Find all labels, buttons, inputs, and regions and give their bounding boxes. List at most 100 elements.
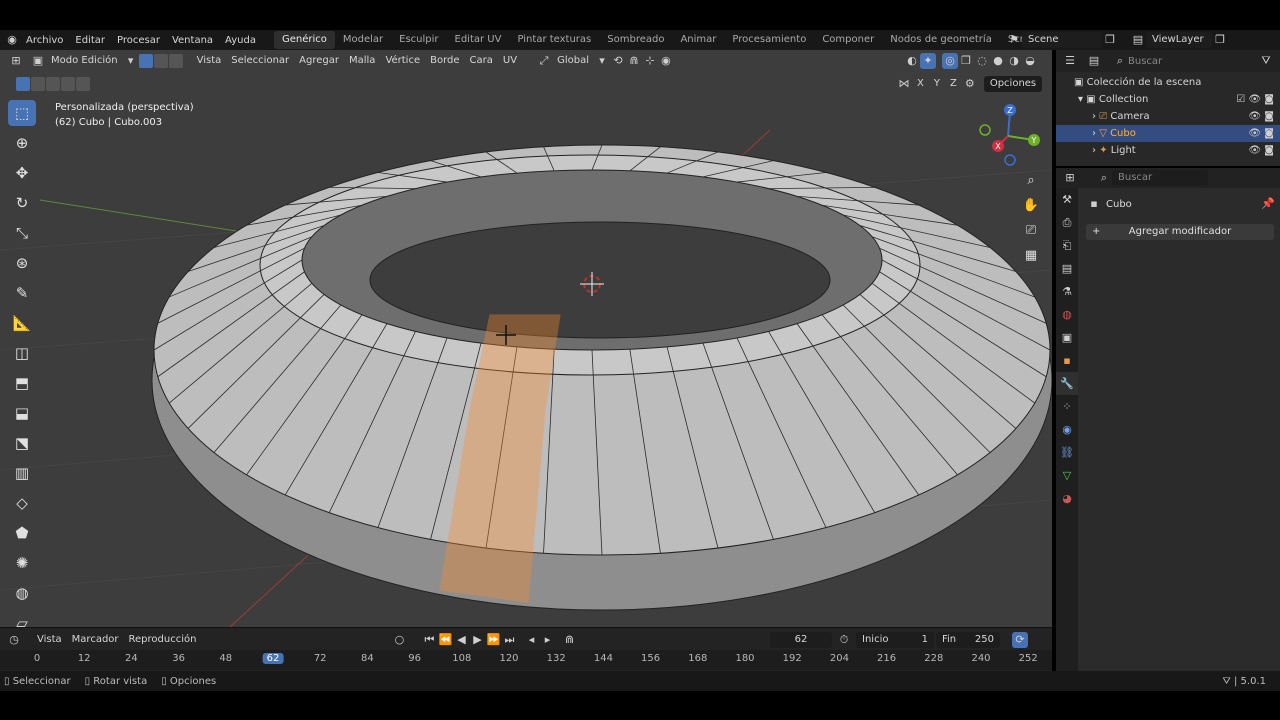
keyframe-next-icon[interactable]: ▸ [539, 632, 555, 648]
stopwatch-icon[interactable]: ⏱ [836, 632, 852, 648]
edge-select-mode-icon[interactable] [153, 54, 168, 68]
overlay-icon[interactable]: ◎ [942, 53, 958, 69]
annotate-tool-icon[interactable]: ✎ [8, 280, 36, 306]
outliner-search-input[interactable]: Buscar [1128, 56, 1162, 67]
tab-procesamiento[interactable]: Procesamiento [724, 31, 814, 49]
shear-tool-icon[interactable]: ▱ [8, 610, 36, 627]
gizmo-toggle-icon[interactable]: ✦ [920, 53, 936, 69]
view-layer-tab-icon[interactable]: ▤ [1056, 257, 1078, 280]
sync-icon[interactable]: ⟳ [1012, 632, 1028, 648]
scene-icon[interactable]: ⚑ [1006, 32, 1022, 48]
play-icon[interactable]: ▶ [469, 632, 485, 648]
filter-icon[interactable]: ⛛ [1258, 53, 1274, 69]
menu-uv[interactable]: UV [498, 53, 522, 69]
shading-solid-icon[interactable]: ● [990, 53, 1006, 69]
face-select-mode-icon[interactable] [168, 54, 183, 68]
zoom-icon[interactable]: ⌕ [1020, 170, 1042, 192]
transform-orientation-icon[interactable]: ⤢ [536, 53, 552, 69]
tab-generico[interactable]: Genérico [273, 31, 335, 49]
select-subtract-icon[interactable] [46, 77, 60, 91]
viewlayer-field[interactable]: ViewLayer [1146, 32, 1212, 48]
outliner-item-camera[interactable]: › ⎚ Camera 👁 ◙ [1056, 108, 1280, 125]
menu-malla[interactable]: Malla [344, 53, 380, 69]
properties-search-input[interactable]: Buscar [1112, 170, 1208, 186]
shading-wireframe-icon[interactable]: ◌ [974, 53, 990, 69]
current-frame-field[interactable]: 62 [770, 632, 832, 648]
mesh-canvas[interactable]: Z Y X [0, 50, 1052, 627]
start-frame-field[interactable]: Inicio 1 [856, 632, 934, 648]
bevel-tool-icon[interactable]: ⬔ [8, 430, 36, 456]
scene-tab-icon[interactable]: ⚗ [1056, 280, 1078, 303]
tab-pintar-texturas[interactable]: Pintar texturas [509, 31, 599, 49]
blender-logo-icon[interactable]: ◉ [4, 32, 20, 48]
scale-tool-icon[interactable]: ⤡ [8, 220, 36, 246]
next-keyframe-icon[interactable]: ⏩ [485, 632, 501, 648]
select-new-icon[interactable] [16, 77, 30, 91]
timeline-menu-reproduccion[interactable]: Reproducción [124, 632, 202, 648]
mode-icon[interactable]: ▣ [30, 53, 46, 69]
options-dropdown[interactable]: Opciones [983, 76, 1043, 92]
properties-editor-icon[interactable]: ⊞ [1062, 170, 1078, 186]
menu-vista[interactable]: Vista [192, 53, 227, 69]
modifier-tab-icon[interactable]: 🔧 [1056, 372, 1078, 395]
timeline-editor-icon[interactable]: ◷ [6, 632, 22, 648]
menu-ventana[interactable]: Ventana [166, 35, 219, 46]
menu-seleccionar[interactable]: Seleccionar [226, 53, 294, 69]
data-tab-icon[interactable]: ▽ [1056, 464, 1078, 487]
select-intersect-icon[interactable] [76, 77, 90, 91]
prev-keyframe-icon[interactable]: ⏪ [437, 632, 453, 648]
play-reverse-icon[interactable]: ◀ [453, 632, 469, 648]
add-cube-tool-icon[interactable]: ◫ [8, 340, 36, 366]
measure-tool-icon[interactable]: 📐 [8, 310, 36, 336]
mirror-z-toggle[interactable]: Z [945, 76, 962, 92]
visibility-toggles[interactable]: 👁 ◙ [1248, 125, 1274, 142]
loop-cut-tool-icon[interactable]: ▥ [8, 460, 36, 486]
jump-end-icon[interactable]: ⏭ [501, 632, 517, 648]
viewlayer-icon[interactable]: ▤ [1130, 32, 1146, 48]
new-viewlayer-icon[interactable]: ❐ [1212, 32, 1228, 48]
render-tab-icon[interactable]: ⎙ [1056, 211, 1078, 234]
select-extend-icon[interactable] [31, 77, 45, 91]
orientation-dropdown[interactable]: Global [552, 53, 594, 69]
timeline-menu-marcador[interactable]: Marcador [67, 632, 124, 648]
tab-componer[interactable]: Componer [814, 31, 882, 49]
tab-modelar[interactable]: Modelar [335, 31, 391, 49]
move-tool-icon[interactable]: ✥ [8, 160, 36, 186]
spin-tool-icon[interactable]: ✺ [8, 550, 36, 576]
mode-dropdown[interactable]: Modo Edición [46, 53, 123, 69]
poly-build-tool-icon[interactable]: ⬟ [8, 520, 36, 546]
timeline-ruler[interactable]: 0 12 24 36 48 62 72 84 96 108 120 132 144 156 168 180 19… [0, 650, 1052, 670]
mirror-x-toggle[interactable]: X [912, 76, 929, 92]
new-scene-icon[interactable]: ❐ [1102, 32, 1118, 48]
perspective-grid-icon[interactable]: ▦ [1020, 245, 1042, 267]
scene-field[interactable]: Scene [1022, 32, 1102, 48]
tab-animar[interactable]: Animar [672, 31, 724, 49]
tab-sombreado[interactable]: Sombreado [599, 31, 672, 49]
keyframe-prev-icon[interactable]: ◂ [523, 632, 539, 648]
display-mode-icon[interactable]: ▤ [1086, 53, 1102, 69]
visibility-toggles[interactable]: 👁 ◙ [1248, 108, 1274, 125]
mirror-y-toggle[interactable]: Y [929, 76, 945, 92]
visibility-icon[interactable]: ◐ [904, 53, 920, 69]
outliner-collection[interactable]: ▾ ▣ Collection ☑ 👁 ◙ [1056, 91, 1280, 108]
visibility-toggles[interactable]: ☑ 👁 ◙ [1236, 91, 1274, 108]
knife-tool-icon[interactable]: ◇ [8, 490, 36, 516]
menu-archivo[interactable]: Archivo [20, 35, 69, 46]
pin-icon[interactable]: 📌 [1260, 196, 1276, 212]
snap-target-icon[interactable]: ⊹ [642, 53, 658, 69]
particles-tab-icon[interactable]: ⁘ [1056, 395, 1078, 418]
constraints-tab-icon[interactable]: ⛓ [1056, 441, 1078, 464]
end-frame-field[interactable]: Fin 250 [936, 632, 1000, 648]
inset-tool-icon[interactable]: ⬓ [8, 400, 36, 426]
shading-rendered-icon[interactable]: ◒ [1022, 53, 1038, 69]
menu-agregar[interactable]: Agregar [294, 53, 344, 69]
pan-hand-icon[interactable]: ✋ [1020, 195, 1042, 217]
object-tab-icon[interactable]: ▪ [1056, 349, 1078, 372]
world-tab-icon[interactable]: ◍ [1056, 303, 1078, 326]
material-tab-icon[interactable]: ◕ [1056, 487, 1078, 510]
vertex-select-mode-icon[interactable] [138, 54, 153, 68]
extrude-tool-icon[interactable]: ⬒ [8, 370, 36, 396]
physics-tab-icon[interactable]: ◉ [1056, 418, 1078, 441]
navigation-gizmo[interactable]: Z Y X [979, 104, 1040, 166]
record-icon[interactable]: ○ [391, 632, 407, 648]
